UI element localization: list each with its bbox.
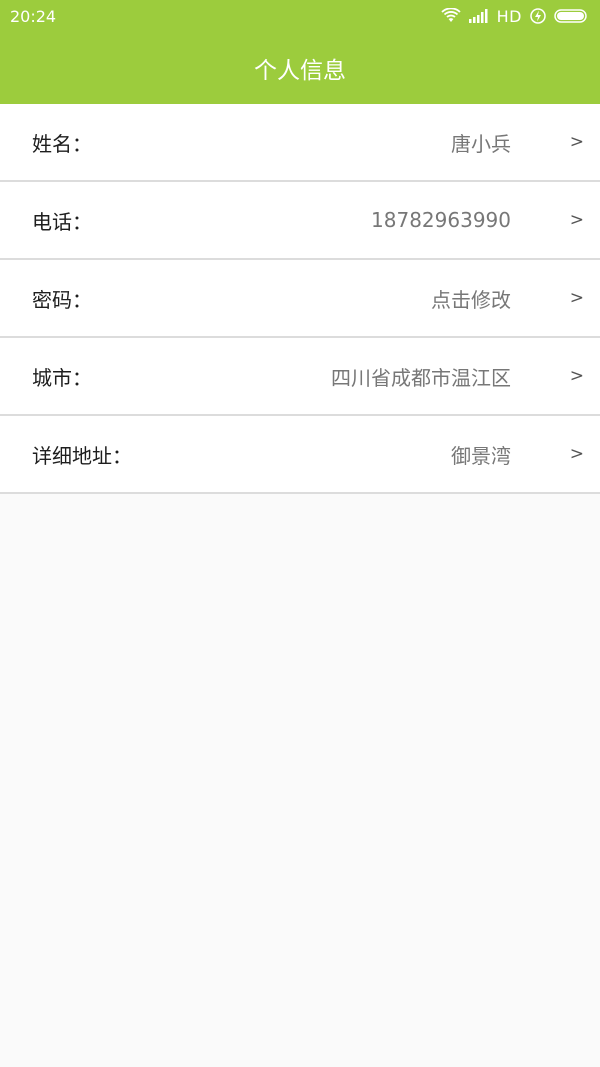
row-label: 姓名： [32, 131, 92, 156]
row-name[interactable]: 姓名： 唐小兵 > [0, 104, 600, 182]
chevron-right-icon: > [569, 132, 584, 152]
profile-info-list: 姓名： 唐小兵 > 电话： 18782963990 > 密码： 点击修改 > 城… [0, 104, 600, 494]
empty-area [0, 494, 600, 1065]
wifi-icon [441, 8, 461, 24]
row-value: 点击修改 [431, 287, 511, 312]
row-label: 密码： [32, 287, 92, 312]
page-title: 个人信息 [254, 58, 346, 84]
row-label: 电话： [32, 209, 92, 234]
title-bar: 个人信息 [0, 32, 600, 104]
row-city[interactable]: 城市： 四川省成都市温江区 > [0, 338, 600, 416]
battery-icon [554, 8, 590, 24]
network-type: HD [496, 6, 522, 26]
row-value: 18782963990 [371, 208, 511, 232]
chevron-right-icon: > [569, 210, 584, 230]
row-label: 城市： [32, 365, 92, 390]
chevron-right-icon: > [569, 366, 584, 386]
status-bar: 20:24 HD [0, 0, 600, 32]
row-label: 详细地址： [32, 443, 132, 468]
screen: 20:24 HD 个人信息 姓名： 唐小兵 > 电话： 18782963990 … [0, 0, 600, 1067]
row-password[interactable]: 密码： 点击修改 > [0, 260, 600, 338]
row-value: 唐小兵 [451, 131, 511, 156]
row-value: 四川省成都市温江区 [331, 365, 511, 390]
chevron-right-icon: > [569, 288, 584, 308]
signal-icon [468, 9, 489, 23]
row-phone[interactable]: 电话： 18782963990 > [0, 182, 600, 260]
chevron-right-icon: > [569, 444, 584, 464]
row-address[interactable]: 详细地址： 御景湾 > [0, 416, 600, 494]
status-icons: HD [441, 7, 590, 26]
charging-icon [530, 8, 546, 24]
status-time: 20:24 [10, 6, 57, 26]
row-value: 御景湾 [451, 443, 511, 468]
